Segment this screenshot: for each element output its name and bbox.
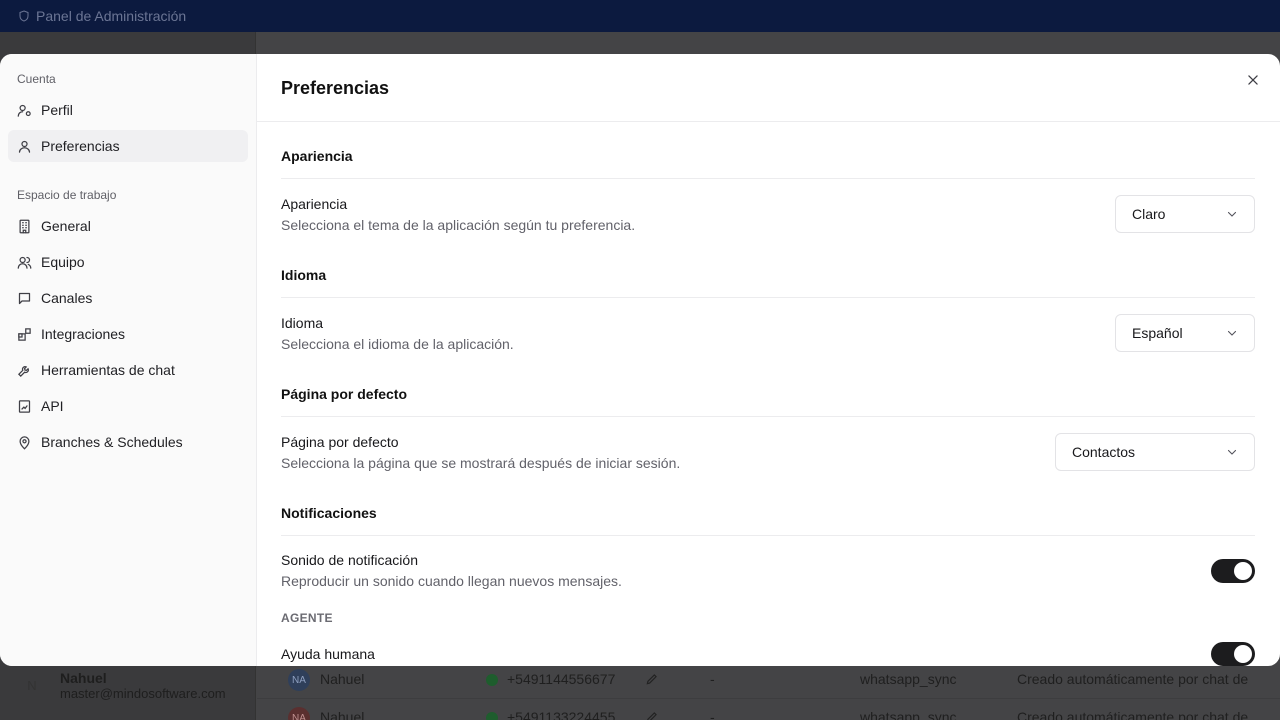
select-value: Contactos: [1072, 444, 1136, 460]
contact-phone: +5491144556677: [507, 671, 616, 687]
wrench-icon: [17, 365, 29, 377]
sidebar-group-workspace: Espacio de trabajo: [17, 188, 117, 202]
contact-field: -: [710, 671, 715, 687]
contact-field: -: [710, 709, 715, 720]
sidebar-item-chat-tools[interactable]: Herramientas de chat: [8, 354, 248, 386]
setting-notification-sound: Sonido de notificación Reproducir un son…: [281, 536, 1255, 589]
settings-sidebar: Cuenta Perfil Preferencias Espacio de tr…: [0, 54, 257, 666]
file-chart-icon: [18, 399, 31, 413]
setting-label: Idioma: [281, 314, 324, 331]
user-email: master@mindosoftware.com: [60, 686, 226, 701]
sidebar-group-account: Cuenta: [17, 72, 56, 86]
settings-content: Preferencias Apariencia Apariencia Selec…: [257, 54, 1280, 666]
setting-label: Apariencia: [281, 195, 348, 212]
sidebar-item-profile[interactable]: Perfil: [8, 94, 248, 126]
current-user[interactable]: N Nahuel master@mindosoftware.com: [18, 670, 226, 701]
setting-description: Selecciona el tema de la aplicación segú…: [281, 216, 636, 233]
sidebar-item-label: Herramientas de chat: [41, 362, 175, 378]
whatsapp-icon: [486, 674, 498, 686]
user-name: Nahuel: [60, 670, 107, 686]
avatar: NA: [288, 707, 310, 720]
setting-language: Idioma Selecciona el idioma de la aplica…: [281, 298, 1255, 352]
avatar: NA: [288, 669, 310, 691]
sidebar-item-team[interactable]: Equipo: [8, 246, 248, 278]
setting-appearance: Apariencia Selecciona el tema de la apli…: [281, 179, 1255, 233]
setting-description: Reproducir un sonido cuando llegan nuevo…: [281, 573, 622, 589]
chevron-down-icon: [1227, 330, 1237, 336]
setting-human-help: Ayuda humana: [281, 625, 1255, 666]
setting-description: Selecciona el idioma de la aplicación.: [281, 335, 514, 352]
chevron-down-icon: [1227, 449, 1237, 455]
select-value: Español: [1132, 325, 1183, 341]
sidebar-item-label: Perfil: [41, 102, 73, 118]
contact-note: Creado automáticamente por chat de: [1017, 709, 1249, 720]
message-square-icon: [18, 292, 31, 304]
sidebar-item-integrations[interactable]: Integraciones: [8, 318, 248, 350]
human-help-toggle[interactable]: [1211, 642, 1255, 666]
appearance-select[interactable]: Claro: [1115, 195, 1255, 233]
user-icon: [18, 140, 31, 153]
contact-name: Nahuel: [320, 671, 365, 687]
building-icon: [19, 219, 30, 233]
map-pin-icon: [19, 435, 30, 450]
contact-source: whatsapp_sync: [860, 671, 957, 687]
contact-phone: +5491133224455: [507, 709, 616, 720]
pencil-icon[interactable]: [645, 710, 659, 720]
select-value: Claro: [1132, 206, 1166, 222]
sidebar-item-label: Canales: [41, 290, 93, 306]
close-icon[interactable]: [1246, 73, 1260, 87]
setting-label: Ayuda humana: [281, 646, 375, 662]
sidebar-item-label: Branches & Schedules: [41, 434, 183, 450]
sidebar-item-label: API: [41, 398, 64, 414]
language-select[interactable]: Español: [1115, 314, 1255, 352]
app-topbar: Panel de Administración: [0, 0, 1280, 32]
section-title-default-page: Página por defecto: [281, 352, 1255, 417]
sidebar-item-branches-schedules[interactable]: Branches & Schedules: [8, 426, 248, 458]
settings-modal: Cuenta Perfil Preferencias Espacio de tr…: [0, 54, 1280, 666]
sidebar-item-label: Equipo: [41, 254, 85, 270]
default-page-select[interactable]: Contactos: [1055, 433, 1255, 471]
sidebar-item-label: General: [41, 218, 91, 234]
pencil-icon[interactable]: [645, 672, 659, 686]
section-title-appearance: Apariencia: [281, 122, 1255, 179]
chevron-down-icon: [1227, 211, 1237, 217]
blocks-icon: [18, 327, 31, 341]
agent-subheading: AGENTE: [281, 611, 333, 625]
contact-source: whatsapp_sync: [860, 709, 957, 720]
table-row[interactable]: NA Nahuel +5491133224455 - whatsapp_sync…: [257, 698, 1280, 720]
sidebar-item-preferences[interactable]: Preferencias: [8, 130, 248, 162]
section-title-language: Idioma: [281, 233, 1255, 298]
sidebar-item-api[interactable]: API: [8, 390, 248, 422]
sidebar-item-general[interactable]: General: [8, 210, 248, 242]
notification-sound-toggle[interactable]: [1211, 558, 1255, 583]
sidebar-item-label: Integraciones: [41, 326, 126, 342]
app-title: Panel de Administración: [36, 8, 187, 24]
contact-note: Creado automáticamente por chat de: [1017, 671, 1249, 687]
setting-default-page: Página por defecto Selecciona la página …: [281, 417, 1255, 471]
user-cog-icon: [17, 104, 31, 117]
sidebar-item-label: Preferencias: [41, 138, 120, 154]
page-title: Preferencias: [257, 54, 1280, 122]
avatar: N: [27, 678, 37, 693]
setting-description: Selecciona la página que se mostrará des…: [281, 454, 681, 471]
sidebar-item-channels[interactable]: Canales: [8, 282, 248, 314]
users-icon: [17, 256, 32, 269]
whatsapp-icon: [486, 712, 498, 720]
section-title-notifications: Notificaciones: [281, 471, 1255, 536]
contact-name: Nahuel: [320, 709, 365, 720]
shield-icon: [19, 10, 29, 22]
setting-label: Página por defecto: [281, 433, 399, 450]
setting-label: Sonido de notificación: [281, 552, 418, 568]
